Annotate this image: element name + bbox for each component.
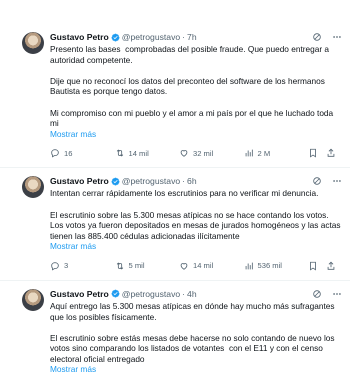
tweet-paragraph: El escrutinio sobre las 5.300 mesas atíp… <box>50 209 343 241</box>
views-count: 536 mil <box>257 261 282 271</box>
author-name[interactable]: Gustavo Petro <box>50 287 109 301</box>
avatar[interactable] <box>22 32 44 54</box>
views-icon <box>245 262 253 270</box>
tweet-paragraph: Mi compromiso con mi pueblo y el amor a … <box>50 107 336 129</box>
like-count: 32 mil <box>193 148 214 158</box>
views-button[interactable]: 2 M <box>244 148 284 158</box>
author-handle[interactable]: @petrogustavo <box>122 287 180 301</box>
reply-count: 16 <box>64 148 73 158</box>
retweet-icon <box>116 262 123 270</box>
tweet-header: Gustavo Petro @petrogustavo · 7h <box>50 30 342 44</box>
like-count: 14 mil <box>193 261 214 271</box>
tweet-actions: 16 14 mil 32 mil 2 M <box>50 145 342 161</box>
show-more-link[interactable]: Mostrar más <box>50 364 342 375</box>
views-button[interactable]: 536 mil <box>244 261 284 271</box>
bookmark-icon[interactable] <box>308 261 318 271</box>
verified-badge-icon <box>111 177 120 186</box>
share-icon[interactable] <box>326 261 336 271</box>
reply-icon <box>51 149 59 158</box>
retweet-button[interactable]: 5 mil <box>115 261 155 271</box>
views-icon <box>245 150 253 157</box>
retweet-count: 14 mil <box>128 148 149 158</box>
tweet-paragraph: Aquí entrego las 5.300 mesas atípicas en… <box>50 300 337 322</box>
reply-button[interactable]: 16 <box>50 148 90 158</box>
timestamp[interactable]: 6h <box>187 174 197 188</box>
separator: · <box>182 32 186 42</box>
like-button[interactable]: 32 mil <box>179 148 219 158</box>
show-more-link[interactable]: Mostrar más <box>50 129 342 140</box>
tweet[interactable]: Gustavo Petro @petrogustavo · 4h Aquí en… <box>0 281 350 375</box>
author-handle[interactable]: @petrogustavo <box>122 174 180 188</box>
verified-badge-icon <box>111 33 120 41</box>
views-count: 2 M <box>257 148 271 158</box>
retweet-count: 5 mil <box>128 261 145 271</box>
more-options-icon[interactable] <box>332 32 342 42</box>
show-more-link[interactable]: Mostrar más <box>50 241 342 252</box>
tweet-text: Presento las bases comprobadas del posib… <box>50 44 342 129</box>
tweet-paragraph: Presento las bases comprobadas del posib… <box>50 44 332 65</box>
tweet-header: Gustavo Petro @petrogustavo · 4h <box>50 287 342 301</box>
avatar[interactable] <box>22 288 44 311</box>
reply-icon <box>51 262 59 271</box>
grok-icon[interactable] <box>312 176 322 186</box>
tweet-paragraph: Dije que no reconocí los datos del preco… <box>50 75 328 97</box>
grok-icon[interactable] <box>312 289 322 299</box>
retweet-button[interactable]: 14 mil <box>115 148 155 158</box>
separator: · <box>182 288 186 299</box>
share-icon[interactable] <box>326 148 336 158</box>
timestamp[interactable]: 4h <box>187 287 197 301</box>
separator: · <box>182 176 186 187</box>
tweet-text: Intentan cerrar rápidamente los escrutin… <box>50 188 342 241</box>
bookmark-icon[interactable] <box>308 148 318 158</box>
author-handle[interactable]: @petrogustavo <box>122 30 180 44</box>
avatar[interactable] <box>22 176 44 199</box>
reply-button[interactable]: 3 <box>50 261 90 271</box>
author-name[interactable]: Gustavo Petro <box>50 174 109 188</box>
grok-icon[interactable] <box>312 32 322 42</box>
tweet-actions: 3 5 mil 14 mil 536 mil <box>50 258 342 274</box>
tweet-header: Gustavo Petro @petrogustavo · 6h <box>50 174 342 188</box>
more-options-icon[interactable] <box>332 289 342 299</box>
like-button[interactable]: 14 mil <box>179 261 219 271</box>
tweet-paragraph: El escrutinio sobre estás mesas debe hac… <box>50 332 337 364</box>
reply-count: 3 <box>64 261 69 271</box>
heart-icon <box>180 150 188 158</box>
tweet[interactable]: Gustavo Petro @petrogustavo · 7h Present… <box>0 0 350 169</box>
more-options-icon[interactable] <box>332 176 342 186</box>
tweet-paragraph: Intentan cerrar rápidamente los escrutin… <box>50 188 319 199</box>
timeline-feed: Gustavo Petro @petrogustavo · 7h Present… <box>0 0 350 380</box>
retweet-icon <box>116 149 123 157</box>
tweet[interactable]: Gustavo Petro @petrogustavo · 6h Intenta… <box>0 168 350 281</box>
timestamp[interactable]: 7h <box>187 30 197 44</box>
tweet-text: Aquí entrego las 5.300 mesas atípicas en… <box>50 301 342 365</box>
author-name[interactable]: Gustavo Petro <box>50 30 109 44</box>
heart-icon <box>180 263 188 270</box>
verified-badge-icon <box>111 289 120 298</box>
